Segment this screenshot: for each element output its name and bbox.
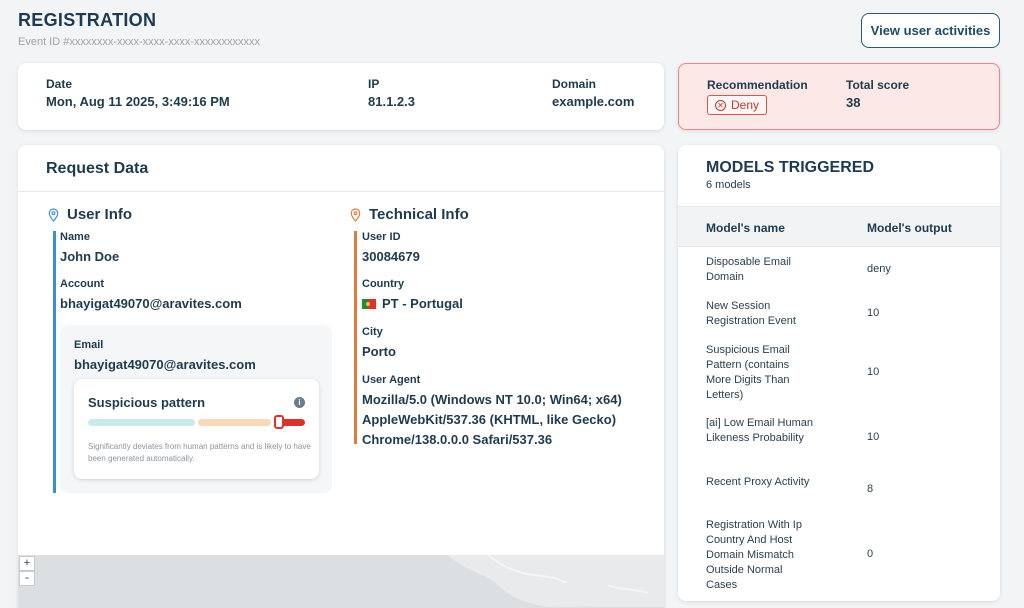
email-label: Email (74, 339, 104, 351)
user-id-value: 30084679 (362, 249, 420, 264)
total-score-value: 38 (846, 95, 861, 110)
col-model-name: Model's name (706, 221, 785, 235)
model-name: Recent Proxy Activity (706, 476, 810, 488)
model-output: 10 (867, 307, 880, 319)
account-field: Account bhayigat49070@aravites.com (60, 278, 242, 314)
event-id: Event ID #xxxxxxxx-xxxx-xxxx-xxxx-xxxxxx… (18, 36, 261, 48)
name-value: John Doe (60, 249, 120, 264)
location-map[interactable] (18, 555, 664, 608)
x-circle-icon: ✕ (715, 99, 726, 111)
domain-field: Domain example.com (552, 77, 634, 109)
user-id-label: User ID (362, 231, 401, 243)
model-name: [ai] Low Email Human Likeness Probabilit… (706, 417, 813, 444)
divider (18, 191, 664, 192)
country-field: Country PT - Portugal (362, 278, 463, 314)
models-triggered-card: MODELS TRIGGERED 6 models Model's name M… (678, 145, 1000, 601)
model-output: deny (867, 263, 891, 275)
model-output: 0 (867, 548, 874, 560)
user-info-heading: User Info (48, 206, 132, 223)
total-score-label: Total score (846, 78, 910, 92)
user-agent-value: Mozilla/5.0 (Windows NT 10.0; Win64; x64… (362, 392, 622, 447)
country-row: PT - Portugal (362, 294, 463, 314)
model-output: 10 (867, 366, 880, 378)
model-output: 10 (867, 431, 880, 443)
technical-info-accent-bar (354, 231, 357, 444)
technical-info-heading: Technical Info (350, 206, 469, 223)
model-name: Registration With Ip Country And Host Do… (706, 519, 802, 591)
map-zoom-controls: + - (19, 556, 35, 586)
suspicious-pattern-card: Suspicious pattern i Significantly devia… (74, 379, 319, 479)
meter-segment-low (88, 419, 195, 426)
col-model-output: Model's output (867, 221, 952, 235)
recommendation-field: Recommendation ✕ Deny (707, 78, 808, 115)
request-data-card: Request Data User Info Name John Doe Acc… (18, 145, 664, 608)
deny-badge: ✕ Deny (707, 95, 768, 115)
event-summary-card: Date Mon, Aug 11 2025, 3:49:16 PM IP 81.… (18, 63, 664, 130)
recommendation-label: Recommendation (707, 78, 808, 92)
page-title: REGISTRATION (18, 10, 157, 30)
model-name: Disposable Email Domain (706, 256, 791, 283)
models-count: 6 models (706, 179, 751, 191)
user-info-title: User Info (67, 206, 133, 223)
country-value: PT - Portugal (382, 296, 463, 311)
map-graphic (18, 555, 664, 608)
info-icon[interactable]: i (294, 397, 305, 408)
view-user-activities-button[interactable]: View user activities (861, 13, 1000, 48)
recommendation-value: Deny (731, 98, 760, 112)
technical-info-title: Technical Info (369, 206, 469, 223)
ip-field: IP 81.1.2.3 (368, 77, 415, 109)
user-agent-field: User Agent Mozilla/5.0 (Windows NT 10.0;… (362, 374, 638, 450)
zoom-in-button[interactable]: + (19, 556, 35, 571)
model-output: 8 (867, 483, 874, 495)
date-label: Date (46, 77, 73, 91)
domain-value: example.com (552, 94, 635, 109)
suspicious-pattern-title: Suspicious pattern (88, 395, 206, 410)
city-field: City Porto (362, 326, 396, 362)
model-name: Suspicious Email Pattern (contains More … (706, 344, 790, 401)
email-box: Email bhayigat49070@aravites.com Suspici… (60, 325, 332, 493)
location-pin-icon (48, 207, 59, 222)
request-data-title: Request Data (46, 160, 149, 177)
city-label: City (362, 326, 383, 338)
date-value: Mon, Aug 11 2025, 3:49:16 PM (46, 94, 230, 109)
user-agent-label: User Agent (362, 374, 421, 386)
zoom-out-button[interactable]: - (19, 571, 35, 586)
recommendation-card: Recommendation ✕ Deny Total score 38 (678, 63, 1000, 130)
account-label: Account (60, 278, 104, 290)
country-label: Country (362, 278, 405, 290)
date-field: Date Mon, Aug 11 2025, 3:49:16 PM (46, 77, 230, 109)
name-field: Name John Doe (60, 231, 119, 267)
meter-segment-medium (198, 419, 271, 426)
user-info-accent-bar (53, 231, 56, 493)
email-value: bhayigat49070@aravites.com (74, 357, 256, 372)
meter-indicator (274, 415, 284, 429)
name-label: Name (60, 231, 90, 243)
model-name: New Session Registration Event (706, 300, 796, 327)
portugal-flag-icon (362, 299, 376, 309)
models-table-header: Model's name Model's output (678, 206, 1000, 247)
total-score-field: Total score 38 (846, 78, 909, 110)
user-id-field: User ID 30084679 (362, 231, 420, 267)
suspicion-meter (88, 415, 305, 429)
ip-value: 81.1.2.3 (368, 94, 415, 109)
models-title: MODELS TRIGGERED (706, 159, 875, 176)
domain-label: Domain (552, 77, 597, 91)
city-value: Porto (362, 344, 396, 359)
page-header: REGISTRATION Event ID #xxxxxxxx-xxxx-xxx… (18, 10, 260, 48)
location-pin-icon (350, 207, 361, 222)
ip-label: IP (368, 77, 380, 91)
email-field: Email bhayigat49070@aravites.com (74, 339, 256, 375)
account-value: bhayigat49070@aravites.com (60, 296, 242, 311)
suspicious-pattern-description: Significantly deviates from human patter… (88, 442, 311, 463)
